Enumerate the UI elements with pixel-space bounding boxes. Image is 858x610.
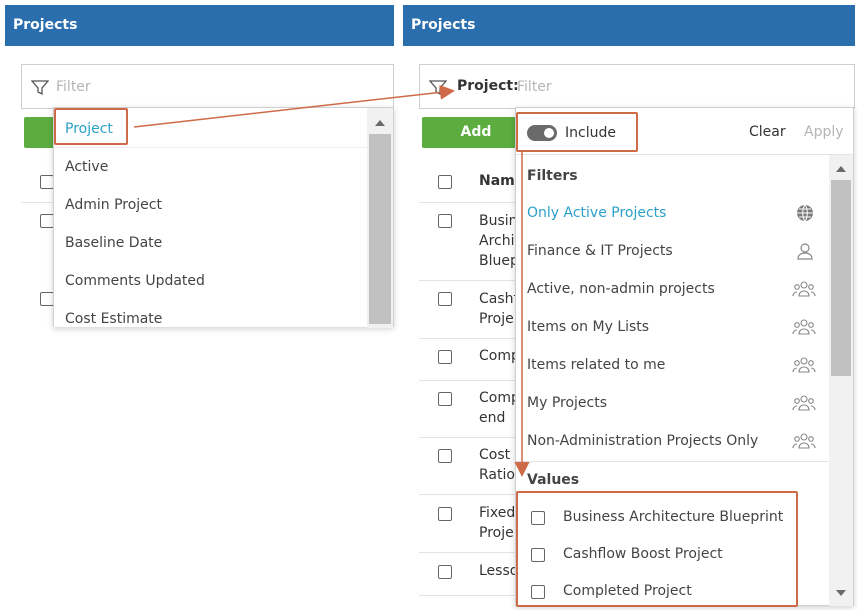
row-checkbox[interactable]: [438, 214, 452, 228]
filter-items-related-to-me[interactable]: Items related to me: [527, 357, 665, 373]
row-checkbox[interactable]: [438, 565, 452, 579]
scroll-up-icon[interactable]: [375, 120, 385, 126]
dropdown-item-baseline-date[interactable]: Baseline Date: [54, 235, 162, 251]
row-name[interactable]: Cashf Proje: [479, 289, 515, 329]
filters-section-title: Filters: [527, 168, 578, 184]
highlight-values-list: [516, 491, 798, 607]
left-filter-placeholder: Filter: [56, 79, 91, 95]
row-checkbox[interactable]: [438, 392, 452, 406]
filter-only-active-projects[interactable]: Only Active Projects: [527, 205, 666, 221]
highlight-project-item: [54, 108, 128, 145]
left-row-checkbox[interactable]: [40, 292, 54, 306]
user-icon: [797, 243, 813, 260]
popup-scroll-thumb[interactable]: [831, 180, 851, 376]
dropdown-item-active[interactable]: Active: [54, 159, 108, 175]
row-checkbox[interactable]: [438, 292, 452, 306]
right-header-title: Projects: [411, 17, 476, 33]
right-header: Projects: [403, 5, 855, 46]
row-name[interactable]: Comp: [479, 346, 515, 366]
right-filter-placeholder: Filter: [517, 79, 552, 95]
row-checkbox[interactable]: [438, 507, 452, 521]
select-all-checkbox[interactable]: [438, 175, 452, 189]
row-checkbox[interactable]: [438, 350, 452, 364]
scroll-up-icon[interactable]: [836, 166, 846, 172]
filter-items-on-my-lists[interactable]: Items on My Lists: [527, 319, 649, 335]
row-name[interactable]: Cost fRatio: [479, 445, 515, 485]
globe-icon: [797, 204, 813, 222]
dropdown-item-cost-estimate[interactable]: Cost Estimate: [54, 311, 162, 327]
filter-active-non-admin[interactable]: Active, non-admin projects: [527, 281, 715, 297]
left-row-checkbox[interactable]: [40, 214, 54, 228]
filter-finance-it-projects[interactable]: Finance & IT Projects: [527, 243, 673, 259]
row-name[interactable]: Fixed Proje: [479, 503, 515, 543]
add-button-label: Add: [460, 124, 492, 140]
row-name[interactable]: BusinArchitBluep: [479, 211, 515, 271]
group-icon: [792, 281, 816, 297]
group-icon: [792, 357, 816, 373]
group-icon: [792, 395, 816, 411]
row-name[interactable]: Lesso: [479, 561, 515, 581]
right-filter-label: Project:: [457, 78, 519, 94]
scroll-down-icon[interactable]: [836, 590, 846, 596]
row-name[interactable]: Compend: [479, 388, 515, 428]
filter-my-projects[interactable]: My Projects: [527, 395, 607, 411]
highlight-include-toggle: [516, 112, 638, 152]
values-section-title: Values: [527, 472, 580, 488]
add-button[interactable]: Add: [422, 117, 530, 148]
filter-non-administration-projects[interactable]: Non-Administration Projects Only: [527, 433, 758, 449]
funnel-icon: [429, 80, 447, 96]
row-checkbox[interactable]: [438, 449, 452, 463]
clear-button[interactable]: Clear: [749, 124, 786, 140]
dropdown-item-admin-project[interactable]: Admin Project: [54, 197, 162, 213]
left-filter-input[interactable]: Filter: [21, 64, 394, 109]
left-dropdown-scroll-thumb[interactable]: [369, 134, 391, 324]
group-icon: [792, 433, 816, 449]
left-header-title: Projects: [13, 17, 78, 33]
name-column-header[interactable]: Name: [479, 171, 515, 191]
group-icon: [792, 319, 816, 335]
left-header: Projects: [5, 5, 394, 46]
left-select-all-checkbox[interactable]: [40, 175, 54, 189]
funnel-icon: [31, 80, 49, 96]
dropdown-item-comments-updated[interactable]: Comments Updated: [54, 273, 205, 289]
apply-button[interactable]: Apply: [804, 124, 844, 140]
right-filter-input[interactable]: Project: Filter: [419, 64, 855, 109]
